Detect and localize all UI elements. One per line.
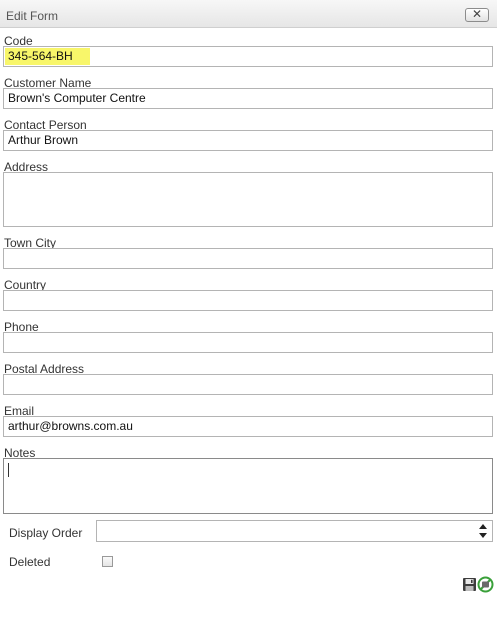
country-field[interactable] <box>3 290 493 311</box>
contact-person-field[interactable]: Arthur Brown <box>3 130 493 151</box>
code-field[interactable]: 345-564-BH <box>3 46 493 67</box>
email-value: arthur@browns.com.au <box>8 419 133 433</box>
save-icon[interactable] <box>461 576 478 593</box>
text-caret <box>8 463 9 477</box>
deleted-checkbox[interactable] <box>102 556 113 567</box>
phone-field[interactable] <box>3 332 493 353</box>
deleted-label: Deleted <box>9 555 51 569</box>
dialog-title: Edit Form <box>6 9 59 23</box>
town-city-field[interactable] <box>3 248 493 269</box>
code-value: 345-564-BH <box>8 49 73 63</box>
display-order-select[interactable] <box>96 520 493 542</box>
contact-person-value: Arthur Brown <box>8 133 79 147</box>
cancel-icon[interactable] <box>477 576 494 593</box>
close-icon: ✕ <box>471 7 483 21</box>
display-order-label: Display Order <box>9 526 83 540</box>
edit-form-dialog: Edit Form ✕ Code 345-564-BH Customer Nam… <box>0 0 497 628</box>
postal-address-field[interactable] <box>3 374 493 395</box>
customer-name-field[interactable]: Brown's Computer Centre <box>3 88 493 109</box>
notes-field[interactable] <box>3 458 493 514</box>
spinner-arrows-icon[interactable] <box>479 524 487 538</box>
close-button[interactable]: ✕ <box>465 8 489 22</box>
dialog-titlebar: Edit Form ✕ <box>0 0 497 28</box>
email-field[interactable]: arthur@browns.com.au <box>3 416 493 437</box>
address-field[interactable] <box>3 172 493 227</box>
customer-name-value: Brown's Computer Centre <box>8 91 146 105</box>
